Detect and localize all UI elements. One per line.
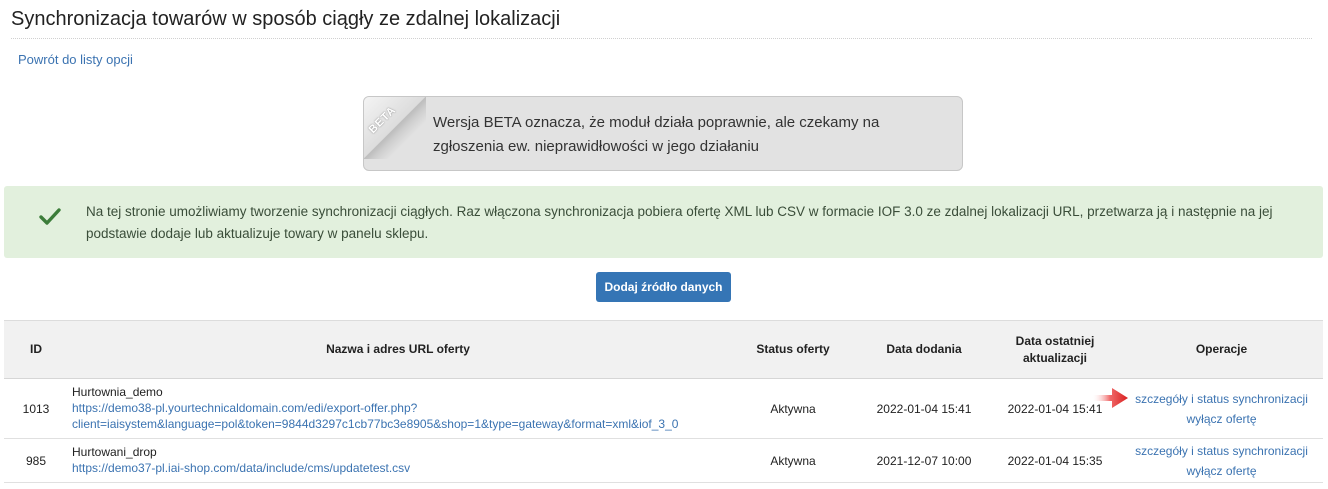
cell-date-updated: 2022-01-04 15:35 (990, 438, 1120, 483)
disable-offer-link[interactable]: wyłącz ofertę (1124, 461, 1319, 481)
offer-url-line-1: https://demo38-pl.yourtechnicaldomain.co… (72, 401, 418, 415)
info-alert-text: Na tej stronie umożliwiamy tworzenie syn… (86, 204, 1273, 241)
beta-notice: BETA Wersja BETA oznacza, że moduł dział… (363, 96, 963, 171)
column-header-date-added: Data dodania (858, 320, 990, 379)
table-header-row: ID Nazwa i adres URL oferty Status ofert… (4, 320, 1323, 379)
title-divider (11, 38, 1312, 39)
cell-name: Hurtowani_drop https://demo37-pl.iai-sho… (68, 438, 728, 483)
sync-details-link[interactable]: szczegóły i status synchronizacji (1124, 389, 1319, 409)
beta-notice-text: Wersja BETA oznacza, że moduł działa pop… (433, 114, 880, 155)
disable-offer-link[interactable]: wyłącz ofertę (1124, 409, 1319, 429)
column-header-id: ID (4, 320, 68, 379)
cell-id: 985 (4, 438, 68, 483)
cell-status: Aktywna (728, 378, 858, 439)
column-header-status: Status oferty (728, 320, 858, 379)
offer-url-line-2: client=iaisystem&language=pol&token=9844… (72, 417, 679, 431)
offer-name: Hurtownia_demo (72, 385, 163, 399)
cell-date-added: 2021-12-07 10:00 (858, 438, 990, 483)
check-icon (39, 208, 61, 225)
column-header-date-updated: Data ostatniej aktualizacji (990, 320, 1120, 379)
cell-id: 1013 (4, 378, 68, 439)
cell-operations: szczegóły i status synchronizacji wyłącz… (1120, 438, 1323, 483)
offer-name: Hurtowani_drop (72, 445, 157, 459)
table-row: 985 Hurtowani_drop https://demo37-pl.iai… (4, 438, 1323, 483)
arrow-right-icon (1092, 388, 1128, 408)
column-header-operations: Operacje (1120, 320, 1323, 379)
sync-details-link[interactable]: szczegóły i status synchronizacji (1124, 441, 1319, 461)
page-title: Synchronizacja towarów w sposób ciągły z… (11, 8, 561, 30)
cell-operations: szczegóły i status synchronizacji wyłącz… (1120, 378, 1323, 439)
cell-date-added: 2022-01-04 15:41 (858, 378, 990, 439)
offer-url-link[interactable]: https://demo38-pl.yourtechnicaldomain.co… (72, 401, 678, 431)
info-alert: Na tej stronie umożliwiamy tworzenie syn… (4, 186, 1323, 258)
cell-status: Aktywna (728, 438, 858, 483)
add-data-source-button[interactable]: Dodaj źródło danych (596, 272, 731, 302)
back-to-options-link[interactable]: Powrót do listy opcji (18, 52, 133, 67)
offer-url-link[interactable]: https://demo37-pl.iai-shop.com/data/incl… (72, 461, 410, 475)
column-header-name: Nazwa i adres URL oferty (68, 320, 728, 379)
cell-name: Hurtownia_demo https://demo38-pl.yourtec… (68, 378, 728, 439)
